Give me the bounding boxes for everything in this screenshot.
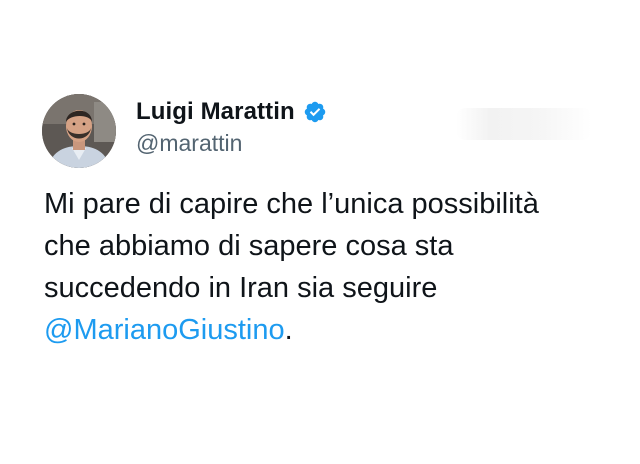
mention-link[interactable]: @MarianoGiustino	[44, 314, 285, 346]
tweet-line-1: Mi pare di capire che l’unica possibilit…	[44, 188, 539, 220]
tweet-line-2: che abbiamo di sapere cosa sta	[44, 230, 454, 262]
tweet-line-3: succedendo in Iran sia seguire	[44, 272, 438, 304]
author-handle[interactable]: @marattin	[136, 130, 242, 157]
avatar[interactable]	[42, 94, 116, 168]
display-name[interactable]: Luigi Marattin	[136, 98, 295, 126]
avatar-photo	[42, 94, 116, 168]
tweet-line-4: @MarianoGiustino.	[44, 309, 624, 351]
tweet-end-punctuation: .	[284, 314, 293, 346]
tweet-text: Mi pare di capire che l’unica possibilit…	[44, 183, 624, 351]
verified-badge-icon	[303, 100, 327, 124]
blurred-region	[456, 108, 592, 140]
tweet-card: Luigi Marattin @marattin Mi pare di capi…	[0, 0, 640, 464]
author-name-row: Luigi Marattin	[136, 96, 327, 128]
